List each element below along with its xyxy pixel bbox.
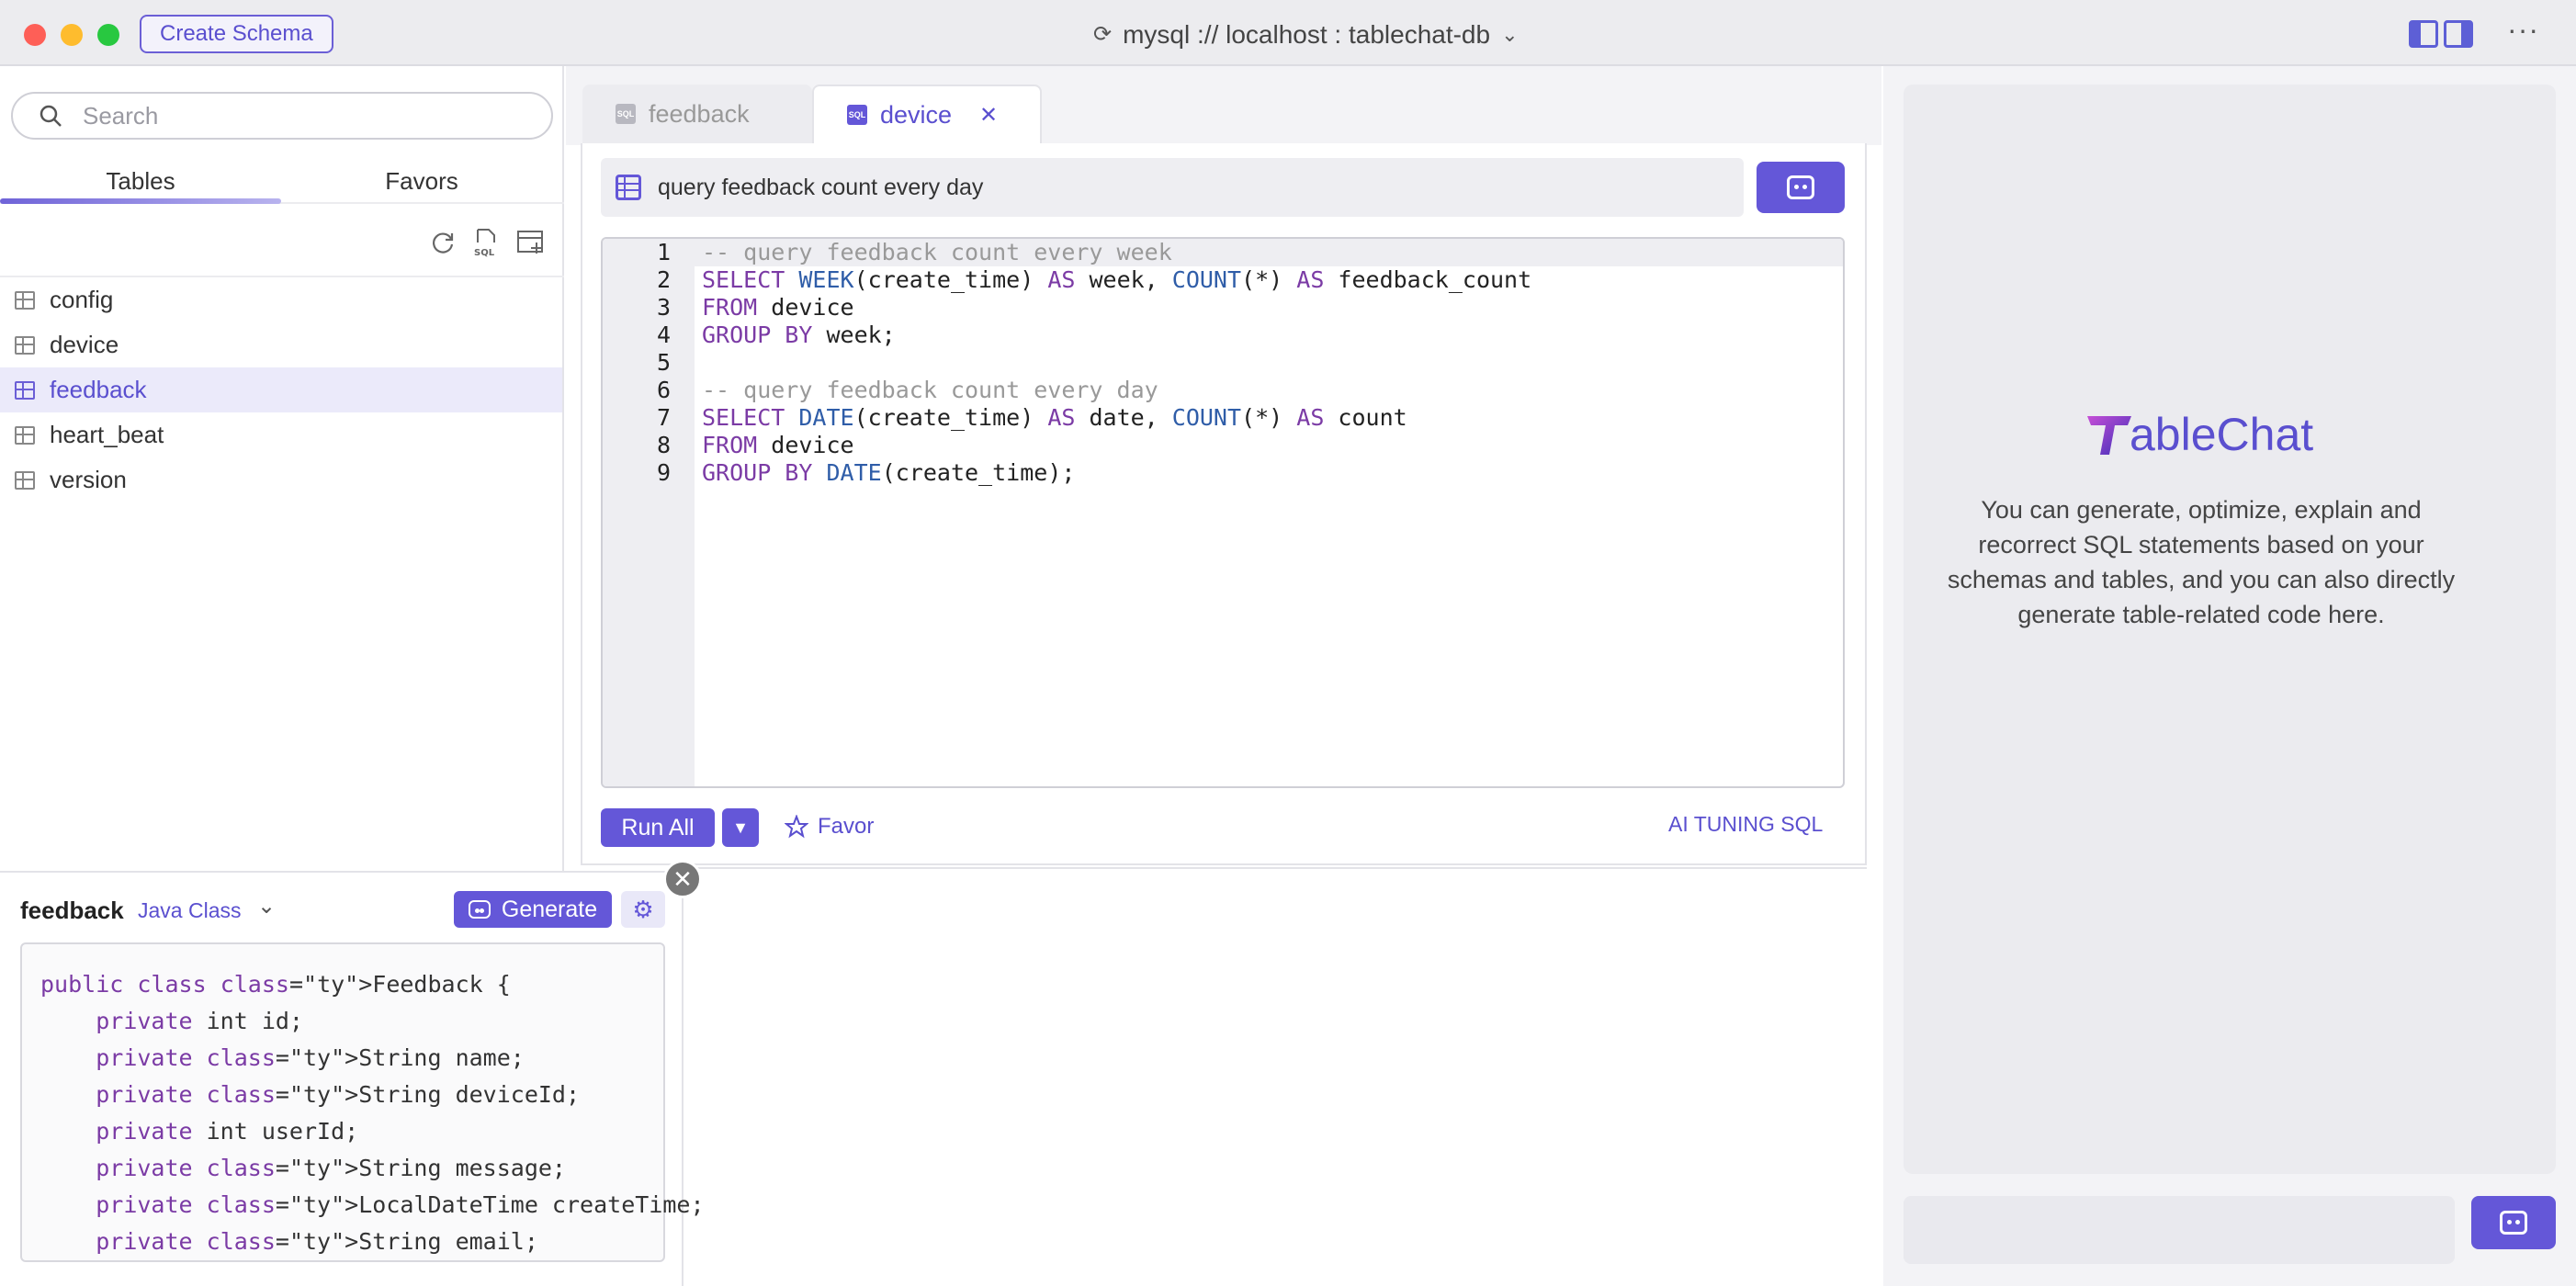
table-item-label: config bbox=[50, 286, 114, 313]
tab-tables[interactable]: Tables bbox=[0, 167, 281, 196]
ai-prompt-input[interactable]: query feedback count every day bbox=[601, 158, 1744, 217]
sidebar: Tables Favors SQL config device feedback… bbox=[0, 66, 564, 871]
close-panel-icon[interactable]: ✕ bbox=[663, 860, 702, 898]
toggle-left-panel-icon[interactable] bbox=[2409, 20, 2438, 48]
active-tab-indicator bbox=[0, 198, 281, 204]
star-icon bbox=[785, 815, 808, 839]
table-icon bbox=[15, 335, 35, 355]
svg-text:SQL: SQL bbox=[474, 248, 495, 257]
code-line: FROM device bbox=[702, 294, 854, 321]
chat-send-button[interactable] bbox=[2471, 1196, 2556, 1249]
line-number: 9 bbox=[656, 459, 671, 486]
toggle-right-panel-icon[interactable] bbox=[2444, 20, 2473, 48]
prompt-text: query feedback count every day bbox=[658, 174, 984, 200]
table-icon bbox=[15, 470, 35, 490]
chat-input[interactable] bbox=[1904, 1196, 2455, 1264]
sql-code-editor[interactable]: 1 2 3 4 5 6 7 8 9 -- query feedback coun… bbox=[601, 237, 1845, 788]
refresh-icon[interactable]: ⟳ bbox=[1093, 17, 1112, 53]
minimize-window-button[interactable] bbox=[61, 24, 83, 46]
tab-feedback[interactable]: SQL feedback bbox=[582, 85, 812, 143]
generated-code-block[interactable]: public class class="ty">Feedback { priva… bbox=[20, 942, 705, 1262]
search-box bbox=[11, 92, 553, 140]
logo-text: ableChat bbox=[2130, 409, 2314, 460]
code-line: -- query feedback count every day bbox=[702, 377, 1158, 403]
code-line: GROUP BY DATE(create_time); bbox=[702, 459, 1076, 486]
table-grid-icon bbox=[616, 175, 641, 200]
table-icon bbox=[15, 380, 35, 400]
ai-generate-button[interactable] bbox=[1757, 162, 1845, 213]
ai-tuning-sql-link[interactable]: AI TUNING SQL bbox=[1668, 812, 1823, 837]
codegen-type-selector[interactable]: Java Class bbox=[138, 898, 241, 923]
results-area bbox=[684, 867, 1867, 1268]
chat-description: You can generate, optimize, explain and … bbox=[1947, 496, 2456, 628]
generate-button[interactable]: Generate bbox=[454, 891, 612, 928]
line-number: 1 bbox=[656, 239, 671, 265]
add-table-icon[interactable] bbox=[516, 228, 546, 257]
caret-down-icon: ▼ bbox=[732, 818, 749, 837]
sql-file-icon: SQL bbox=[847, 105, 867, 125]
close-window-button[interactable] bbox=[24, 24, 46, 46]
layout-toggles bbox=[2409, 20, 2473, 48]
code-generation-panel: feedback Java Class ⌄ Generate ⚙ ✕ publi… bbox=[0, 860, 705, 1286]
create-schema-button[interactable]: Create Schema bbox=[140, 15, 333, 53]
line-number: 7 bbox=[656, 404, 671, 431]
line-number: 5 bbox=[656, 349, 671, 376]
code-line: SELECT DATE(create_time) AS date, COUNT(… bbox=[702, 404, 1407, 431]
search-icon bbox=[40, 105, 62, 127]
title-bar: Create Schema ⟳ mysql :// localhost : ta… bbox=[0, 0, 2576, 66]
robot-icon bbox=[2500, 1211, 2527, 1235]
search-input[interactable] bbox=[83, 101, 524, 130]
favor-button[interactable]: Favor bbox=[785, 814, 874, 840]
sidebar-toolbar: SQL bbox=[428, 228, 546, 257]
gear-icon[interactable]: ⚙ bbox=[621, 891, 665, 928]
code-line: GROUP BY week; bbox=[702, 322, 896, 348]
table-icon bbox=[15, 425, 35, 445]
sql-file-icon[interactable]: SQL bbox=[472, 228, 502, 257]
table-item-feedback[interactable]: feedback bbox=[0, 367, 562, 412]
chevron-down-icon[interactable]: ⌄ bbox=[257, 893, 276, 919]
sql-file-icon: SQL bbox=[616, 104, 636, 124]
tab-label: feedback bbox=[649, 99, 750, 128]
connection-label: mysql :// localhost : tablechat-db bbox=[1123, 20, 1491, 49]
robot-icon bbox=[468, 900, 491, 919]
run-options-dropdown[interactable]: ▼ bbox=[722, 808, 759, 847]
table-item-heart-beat[interactable]: heart_beat bbox=[0, 412, 562, 457]
table-item-device[interactable]: device bbox=[0, 322, 562, 367]
line-number: 4 bbox=[656, 322, 671, 348]
more-icon[interactable]: ··· bbox=[2507, 13, 2539, 47]
line-number: 3 bbox=[656, 294, 671, 321]
logo-t-mark bbox=[2087, 416, 2131, 455]
tab-label: device bbox=[880, 100, 953, 129]
table-item-label: feedback bbox=[50, 376, 147, 403]
close-tab-icon[interactable]: ✕ bbox=[979, 102, 998, 129]
line-number: 2 bbox=[656, 266, 671, 293]
refresh-tables-icon[interactable] bbox=[428, 228, 458, 257]
robot-icon bbox=[1787, 175, 1814, 199]
line-number: 8 bbox=[656, 432, 671, 458]
table-item-version[interactable]: version bbox=[0, 457, 562, 502]
code-line: -- query feedback count every week bbox=[702, 239, 1172, 265]
favor-label: Favor bbox=[818, 814, 875, 839]
code-line: FROM device bbox=[702, 432, 854, 458]
table-item-label: version bbox=[50, 466, 127, 493]
tab-favors[interactable]: Favors bbox=[281, 167, 562, 196]
table-list: config device feedback heart_beat versio… bbox=[0, 277, 562, 502]
editor-tab-bar: SQL feedback SQL device ✕ bbox=[566, 66, 1881, 145]
generate-label: Generate bbox=[501, 896, 598, 922]
code-line: SELECT WEEK(create_time) AS week, COUNT(… bbox=[702, 266, 1532, 293]
table-item-label: heart_beat bbox=[50, 421, 164, 448]
codegen-table-name: feedback bbox=[20, 897, 124, 924]
run-all-button[interactable]: Run All bbox=[601, 808, 715, 847]
line-number: 6 bbox=[656, 377, 671, 403]
table-item-config[interactable]: config bbox=[0, 277, 562, 322]
tab-device[interactable]: SQL device ✕ bbox=[812, 85, 1042, 143]
chevron-down-icon: ⌄ bbox=[1501, 23, 1519, 46]
table-item-label: device bbox=[50, 331, 119, 358]
table-icon bbox=[15, 290, 35, 310]
connection-selector[interactable]: ⟳ mysql :// localhost : tablechat-db ⌄ bbox=[1093, 17, 1519, 53]
maximize-window-button[interactable] bbox=[97, 24, 119, 46]
tablechat-logo: ableChat bbox=[2084, 408, 2313, 461]
